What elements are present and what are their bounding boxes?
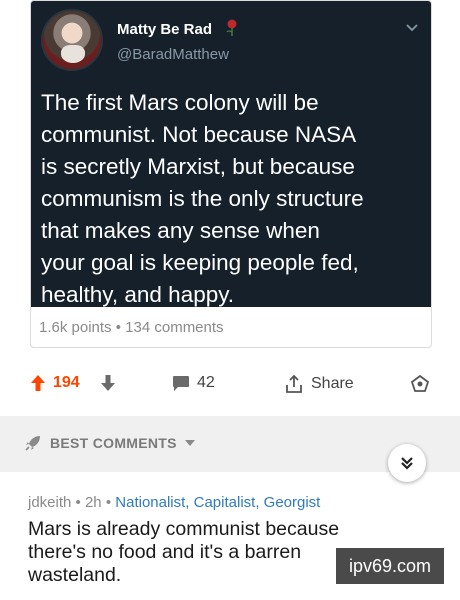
rose-icon bbox=[226, 19, 237, 36]
sort-label: BEST COMMENTS bbox=[50, 435, 177, 451]
post-meta: 1.6k points • 134 comments bbox=[39, 319, 224, 336]
user-flair: Nationalist, Capitalist, Georgist bbox=[115, 494, 321, 511]
tweet-handle: @BaradMatthew bbox=[117, 46, 229, 63]
comments-count[interactable]: 134 comments bbox=[125, 319, 223, 336]
comment-sort-bar: BEST COMMENTS bbox=[0, 416, 460, 482]
comment-bubble-icon bbox=[173, 375, 189, 391]
share-label: Share bbox=[311, 375, 354, 392]
award-button[interactable] bbox=[410, 374, 430, 394]
rocket-icon bbox=[25, 436, 40, 451]
upvote-button[interactable]: 194 bbox=[30, 374, 80, 392]
comment-time: 2h bbox=[84, 494, 102, 511]
comment-username[interactable]: jdkeith bbox=[28, 494, 71, 511]
comment-count: 42 bbox=[197, 374, 215, 391]
caret-down-icon bbox=[184, 440, 195, 446]
upvote-arrow-icon bbox=[31, 375, 45, 391]
meta-separator: • bbox=[75, 494, 81, 511]
collapse-comments-button[interactable] bbox=[388, 444, 426, 482]
meta-separator: • bbox=[105, 494, 112, 511]
comments-button[interactable]: 42 bbox=[172, 374, 215, 392]
double-chevron-down-icon bbox=[401, 457, 413, 470]
sort-dropdown[interactable]: BEST COMMENTS bbox=[24, 434, 195, 452]
downvote-arrow-icon bbox=[101, 375, 115, 391]
points-count: 1.6k points bbox=[39, 319, 112, 336]
comment-meta: jdkeith • 2h • Nationalist, Capitalist, … bbox=[28, 494, 320, 511]
tweet-screenshot: Matty Be Rad @BaradMatthew The first Mar… bbox=[31, 1, 431, 307]
avatar bbox=[41, 9, 103, 71]
watermark: ipv69.com bbox=[336, 548, 444, 584]
chevron-down-icon[interactable] bbox=[405, 23, 419, 33]
downvote-button[interactable] bbox=[100, 374, 116, 392]
award-icon bbox=[410, 374, 430, 392]
share-button[interactable]: Share bbox=[284, 374, 354, 394]
meta-separator: • bbox=[115, 319, 121, 336]
share-icon bbox=[286, 374, 302, 393]
tweet-text: The first Mars colony will be communist.… bbox=[41, 90, 364, 307]
upvote-count: 194 bbox=[53, 374, 80, 391]
tweet-author-name: Matty Be Rad bbox=[117, 21, 213, 38]
action-bar: 194 42 Share bbox=[0, 360, 460, 412]
post-card[interactable]: Matty Be Rad @BaradMatthew The first Mar… bbox=[30, 0, 432, 348]
